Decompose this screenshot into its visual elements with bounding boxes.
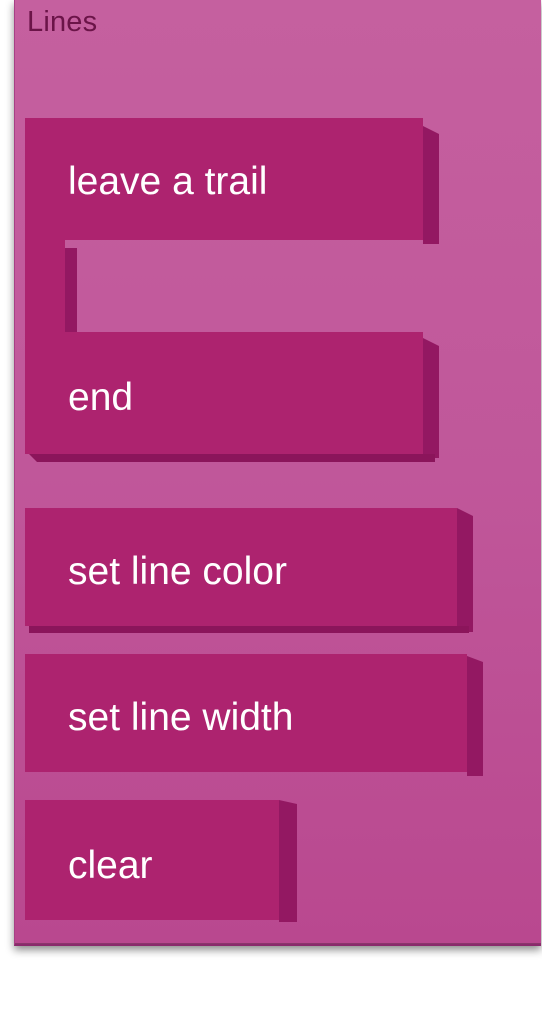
set-line-color-block[interactable]: set line color (25, 508, 473, 634)
set-line-width-block-side (467, 656, 483, 776)
set-line-color-block-face[interactable]: set line color (25, 508, 457, 626)
set-line-width-block[interactable]: set line width (25, 654, 483, 776)
set-line-color-label: set line color (68, 550, 287, 593)
set-line-color-block-bottom (29, 626, 469, 633)
clear-block-face[interactable]: clear (25, 800, 279, 920)
leave-a-trail-block-arm (25, 240, 65, 336)
clear-block-side (279, 800, 297, 922)
end-block-side (423, 338, 439, 458)
leave-a-trail-block-side (423, 126, 439, 244)
clear-block[interactable]: clear (25, 800, 297, 922)
end-label: end (68, 376, 134, 419)
set-line-width-block-face[interactable]: set line width (25, 654, 467, 772)
leave-a-trail-block-top[interactable]: leave a trail (25, 118, 423, 240)
palette-title: Lines (27, 6, 98, 38)
end-block[interactable]: end (25, 332, 423, 454)
leave-a-trail-label: leave a trail (68, 160, 268, 203)
clear-label: clear (68, 844, 153, 887)
leave-a-trail-block[interactable]: leave a trail end (25, 118, 439, 464)
set-line-color-block-side (457, 508, 473, 632)
lines-palette-panel: Lines leave a trail end set line color s… (14, 0, 541, 946)
end-block-bottom (29, 454, 435, 462)
leave-a-trail-block-arm-side (65, 248, 77, 332)
set-line-width-label: set line width (68, 696, 294, 739)
